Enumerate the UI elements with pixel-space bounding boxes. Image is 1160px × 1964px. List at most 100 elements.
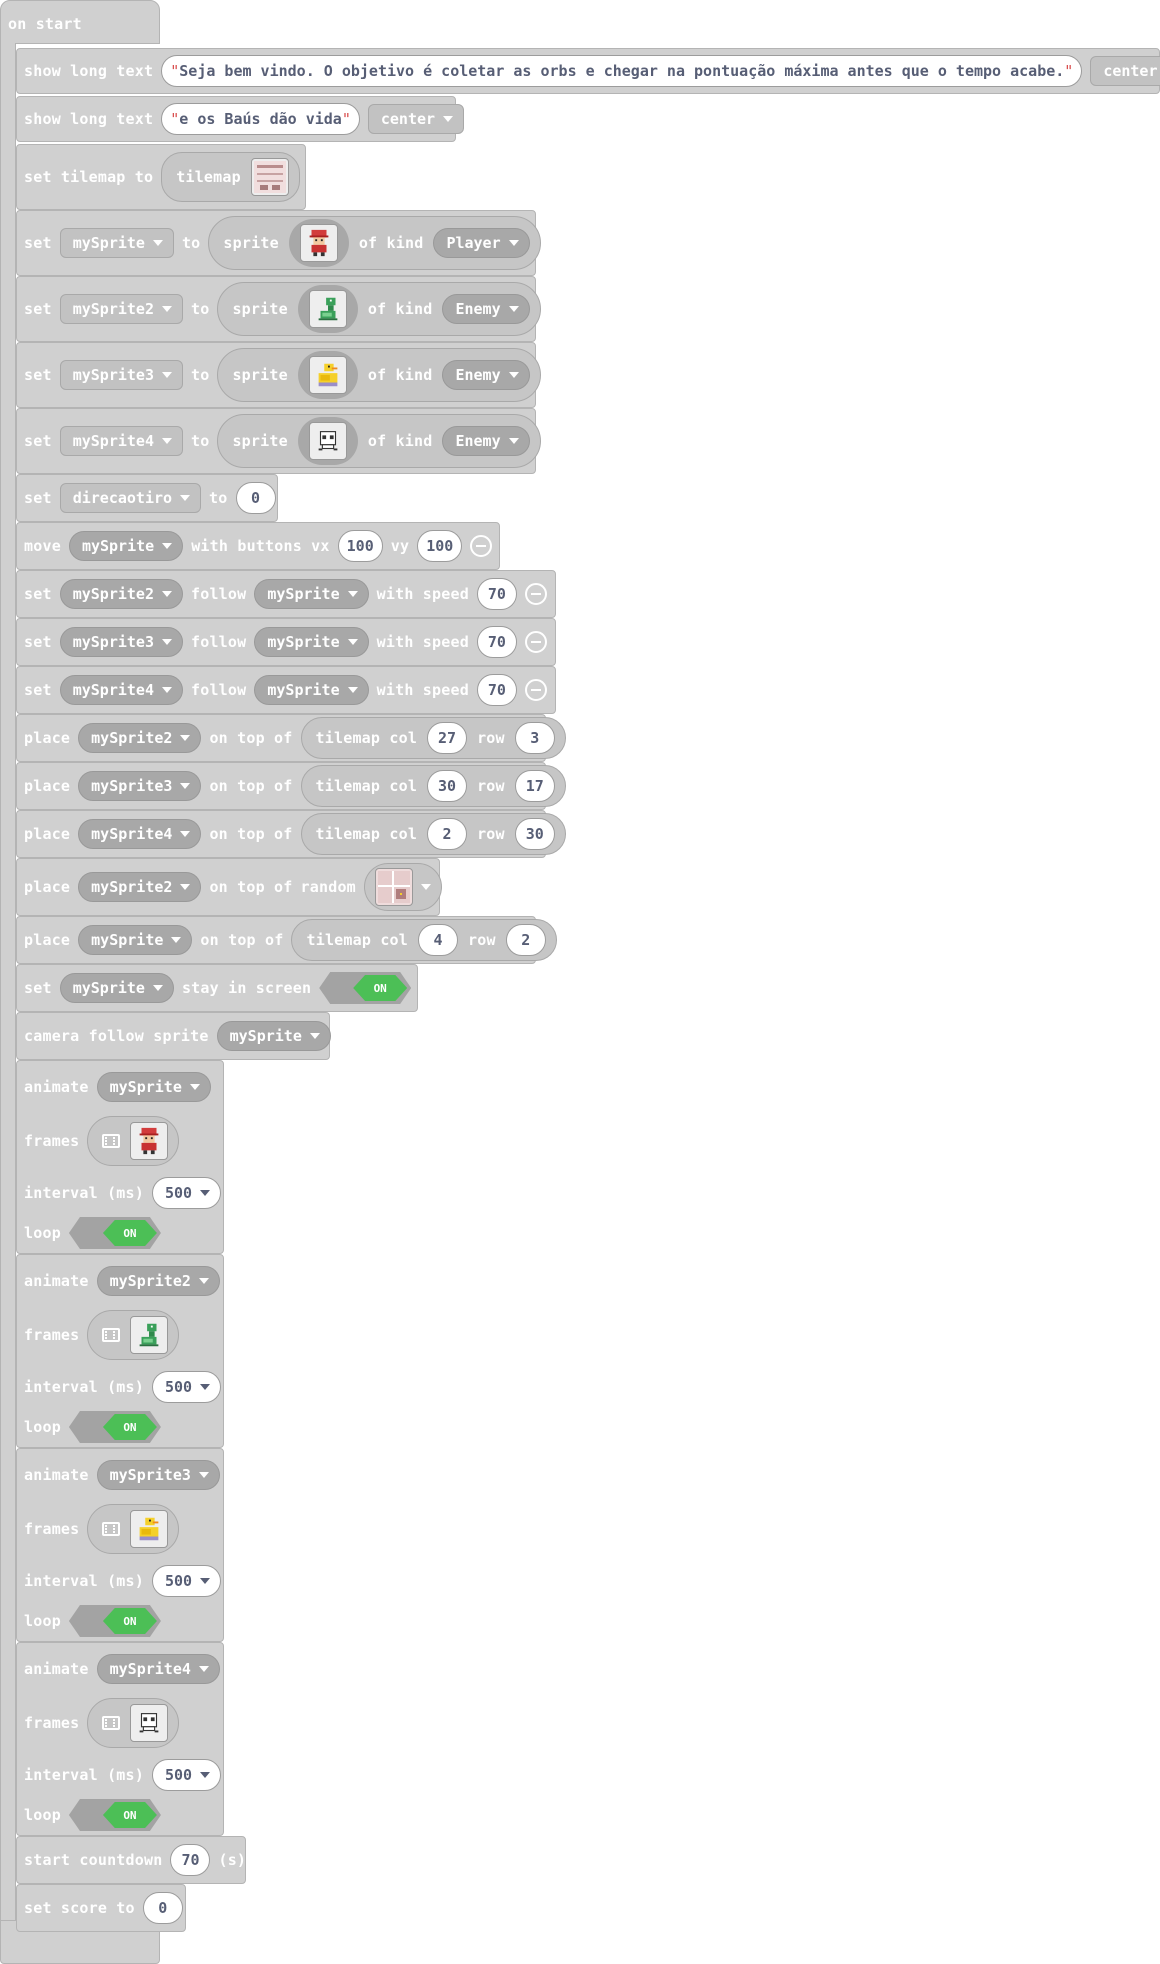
sprite-dropdown[interactable]: mySprite (78, 925, 193, 955)
player-frames-icon[interactable] (130, 1122, 169, 1160)
long-text-input[interactable]: " e os Baús dão vida " (161, 103, 360, 135)
animate-block[interactable]: animate mySprite frames interval (ms) 500 … (16, 1060, 224, 1254)
snake-sprite-icon[interactable] (308, 290, 347, 328)
place-on-tile-block[interactable]: place mySprite4 on top of tilemap col 2 … (16, 810, 566, 858)
place-on-tile-block[interactable]: place mySprite3 on top of tilemap col 30… (16, 762, 566, 810)
collapse-minus-icon[interactable] (524, 583, 547, 605)
follow-block[interactable]: set mySprite2 follow mySprite with speed… (16, 570, 556, 618)
loop-toggle[interactable]: ON (68, 1799, 161, 1831)
tilemap-location-reporter[interactable]: tilemap col 30 row 17 (300, 765, 566, 807)
interval-dropdown[interactable]: 500 (152, 1759, 222, 1791)
speed-input[interactable]: 70 (476, 674, 517, 706)
target-dropdown[interactable]: mySprite (254, 627, 369, 657)
countdown-input[interactable]: 70 (170, 1844, 211, 1876)
sprite-dropdown[interactable]: mySprite (59, 973, 174, 1003)
collapse-minus-icon[interactable] (470, 535, 493, 557)
snake-frames-icon[interactable] (130, 1316, 169, 1354)
start-countdown-block[interactable]: start countdown 70 (s) (16, 1836, 246, 1884)
sprite-of-kind-reporter[interactable]: sprite of kind Enemy (217, 414, 541, 468)
text-align-dropdown[interactable]: center (367, 104, 465, 134)
variable-dropdown[interactable]: mySprite3 (59, 360, 183, 390)
speed-input[interactable]: 70 (476, 626, 517, 658)
text-align-dropdown[interactable]: center (1090, 56, 1160, 86)
frames-reporter[interactable] (87, 1310, 180, 1360)
collapse-minus-icon[interactable] (524, 631, 547, 653)
sprite-dropdown[interactable]: mySprite2 (78, 872, 202, 902)
sprite-of-kind-reporter[interactable]: sprite of kind Player (208, 216, 541, 270)
tilemap-location-reporter[interactable]: tilemap col 2 row 30 (300, 813, 566, 855)
target-dropdown[interactable]: mySprite (254, 579, 369, 609)
place-on-tile-block[interactable]: place mySprite on top of tilemap col 4 r… (16, 916, 557, 964)
frames-reporter[interactable] (87, 1116, 180, 1166)
kind-dropdown[interactable]: Enemy (442, 360, 530, 390)
loop-toggle[interactable]: ON (68, 1411, 161, 1443)
row-input[interactable]: 30 (514, 818, 555, 850)
long-text-input[interactable]: " Seja bem vindo. O objetivo é coletar as… (161, 55, 1083, 87)
place-on-random-block[interactable]: place mySprite2 on top of random (16, 858, 442, 916)
sprite-dropdown[interactable]: mySprite4 (59, 675, 183, 705)
follow-block[interactable]: set mySprite4 follow mySprite with speed… (16, 666, 556, 714)
variable-dropdown[interactable]: mySprite (59, 228, 174, 258)
skull-frames-icon[interactable] (130, 1704, 169, 1742)
frames-reporter[interactable] (87, 1504, 180, 1554)
animate-block[interactable]: animate mySprite2 frames interval (ms) 500… (16, 1254, 224, 1448)
set-sprite-block[interactable]: set mySprite3 to sprite of kind Enemy (16, 342, 541, 408)
col-input[interactable]: 27 (427, 722, 468, 754)
kind-dropdown[interactable]: Player (433, 228, 530, 258)
value-input[interactable]: 0 (235, 482, 276, 514)
animate-block[interactable]: animate mySprite3 frames interval (ms) 500… (16, 1448, 224, 1642)
animate-block[interactable]: animate mySprite4 frames interval (ms) 500… (16, 1642, 224, 1836)
col-input[interactable]: 30 (427, 770, 468, 802)
set-sprite-block[interactable]: set mySprite4 to sprite of kind Enemy (16, 408, 541, 474)
stay-in-screen-toggle[interactable]: ON (319, 972, 412, 1004)
set-sprite-block[interactable]: set mySprite2 to sprite of kind Enemy (16, 276, 541, 342)
variable-dropdown[interactable]: direcaotiro (59, 483, 202, 513)
row-input[interactable]: 3 (514, 722, 555, 754)
sprite-dropdown[interactable]: mySprite4 (96, 1654, 220, 1684)
sprite-dropdown[interactable]: mySprite3 (96, 1460, 220, 1490)
player-sprite-icon[interactable] (299, 224, 338, 262)
loop-toggle[interactable]: ON (68, 1217, 161, 1249)
on-start-block[interactable]: on start (0, 0, 160, 44)
variable-dropdown[interactable]: mySprite2 (59, 294, 183, 324)
show-long-text-block[interactable]: show long text " e os Baús dão vida " cent… (16, 96, 465, 142)
sprite-dropdown[interactable]: mySprite2 (59, 579, 183, 609)
speed-input[interactable]: 70 (476, 578, 517, 610)
set-sprite-block[interactable]: set mySprite to sprite of kind Player (16, 210, 541, 276)
sprite-dropdown[interactable]: mySprite4 (78, 819, 202, 849)
camera-follow-block[interactable]: camera follow sprite mySprite (16, 1012, 331, 1060)
set-variable-block[interactable]: set direcaotiro to 0 (16, 474, 278, 522)
stay-in-screen-block[interactable]: set mySprite stay in screen ON (16, 964, 418, 1012)
tilemap-location-reporter[interactable]: tilemap col 4 row 2 (291, 919, 557, 961)
skull-sprite-icon[interactable] (308, 422, 347, 460)
frames-reporter[interactable] (87, 1698, 180, 1748)
interval-dropdown[interactable]: 500 (152, 1565, 222, 1597)
row-input[interactable]: 2 (505, 924, 546, 956)
loop-toggle[interactable]: ON (68, 1605, 161, 1637)
sprite-dropdown[interactable]: mySprite (216, 1021, 331, 1051)
kind-dropdown[interactable]: Enemy (442, 426, 530, 456)
target-dropdown[interactable]: mySprite (254, 675, 369, 705)
tile-picker-dropdown[interactable] (363, 863, 442, 911)
row-input[interactable]: 17 (514, 770, 555, 802)
sprite-of-kind-reporter[interactable]: sprite of kind Enemy (217, 282, 541, 336)
duck-sprite-icon[interactable] (308, 356, 347, 394)
sprite-of-kind-reporter[interactable]: sprite of kind Enemy (217, 348, 541, 402)
collapse-minus-icon[interactable] (524, 679, 547, 701)
sprite-dropdown[interactable]: mySprite3 (78, 771, 202, 801)
sprite-dropdown[interactable]: mySprite3 (59, 627, 183, 657)
move-with-buttons-block[interactable]: move mySprite with buttons vx 100 vy 100 (16, 522, 500, 570)
set-tilemap-block[interactable]: set tilemap to tilemap (16, 144, 306, 210)
show-long-text-block[interactable]: show long text " Seja bem vindo. O objeti… (16, 48, 1160, 94)
sprite-dropdown[interactable]: mySprite (96, 1072, 211, 1102)
col-input[interactable]: 2 (427, 818, 468, 850)
duck-frames-icon[interactable] (130, 1510, 169, 1548)
col-input[interactable]: 4 (418, 924, 459, 956)
interval-dropdown[interactable]: 500 (152, 1177, 222, 1209)
sprite-dropdown[interactable]: mySprite2 (78, 723, 202, 753)
vx-input[interactable]: 100 (337, 530, 383, 562)
score-input[interactable]: 0 (142, 1892, 183, 1924)
set-score-block[interactable]: set score to 0 (16, 1884, 186, 1932)
tilemap-thumbnail-icon[interactable] (250, 158, 289, 196)
tilemap-reporter[interactable]: tilemap (161, 152, 300, 202)
